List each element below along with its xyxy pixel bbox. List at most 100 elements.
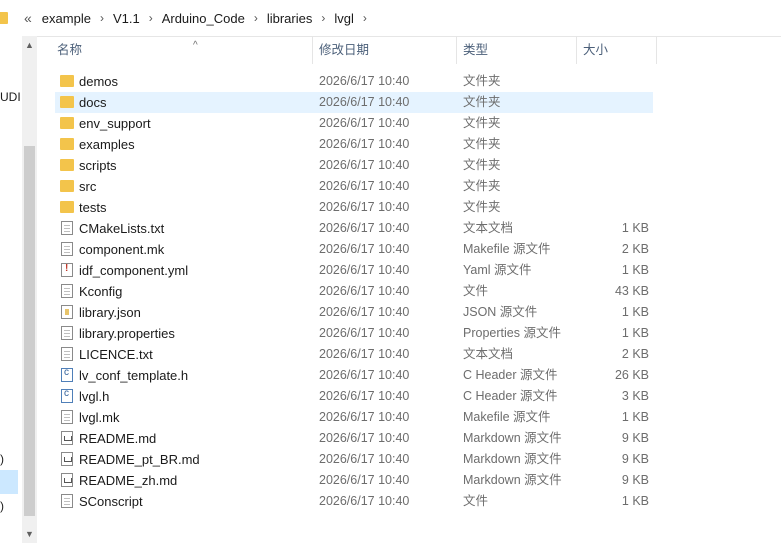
file-row[interactable]: SConscript 2026/6/17 10:40 文件 1 KB [55, 491, 653, 512]
file-type: Markdown 源文件 [463, 431, 562, 445]
file-row[interactable]: library.json 2026/6/17 10:40 JSON 源文件 1 KB [55, 302, 653, 323]
column-header-type[interactable]: 类型 [457, 36, 577, 64]
file-name: examples [79, 137, 135, 152]
file-type: 文件夹 [463, 137, 501, 151]
breadcrumb-overflow-icon[interactable]: « [24, 10, 32, 26]
file-size: 43 KB [614, 284, 649, 298]
file-date-modified: 2026/6/17 10:40 [319, 116, 410, 130]
file-name: Kconfig [79, 284, 123, 299]
address-bar[interactable]: « example › V1.1 › Arduino_Code › librar… [0, 0, 781, 37]
file-row[interactable]: idf_component.yml 2026/6/17 10:40 Yaml 源文件… [55, 260, 653, 281]
file-type: Makefile 源文件 [463, 242, 551, 256]
file-row[interactable]: LICENCE.txt 2026/6/17 10:40 文本文档 2 KB [55, 344, 653, 365]
file-row[interactable]: src 2026/6/17 10:40 文件夹 [55, 176, 653, 197]
file-row[interactable]: docs 2026/6/17 10:40 文件夹 [55, 92, 653, 113]
file-row[interactable]: README_zh.md 2026/6/17 10:40 Markdown 源文件 9… [55, 470, 653, 491]
markdown-file-icon [61, 452, 73, 466]
folder-icon [60, 117, 74, 129]
breadcrumb-lvgl[interactable]: lvgl [334, 11, 354, 26]
folder-icon [60, 138, 74, 150]
file-date-modified: 2026/6/17 10:40 [319, 284, 410, 298]
file-row[interactable]: env_support 2026/6/17 10:40 文件夹 [55, 113, 653, 134]
file-type: Yaml 源文件 [463, 263, 532, 277]
scrollbar-thumb[interactable] [24, 146, 35, 516]
file-row[interactable]: lv_conf_template.h 2026/6/17 10:40 C Heade… [55, 365, 653, 386]
file-row[interactable]: component.mk 2026/6/17 10:40 Makefile 源文件 2… [55, 239, 653, 260]
file-name: src [79, 179, 97, 194]
file-name: library.json [79, 305, 141, 320]
file-size: 1 KB [621, 326, 649, 340]
file-icon [61, 410, 73, 424]
file-name: env_support [79, 116, 151, 131]
breadcrumb-example[interactable]: example [42, 11, 91, 26]
file-icon [61, 494, 73, 508]
folder-icon [60, 180, 74, 192]
chevron-right-icon[interactable]: › [254, 11, 258, 25]
c-header-file-icon [61, 388, 73, 403]
nav-item-selected[interactable] [0, 470, 18, 494]
file-type: 文件夹 [463, 74, 501, 88]
column-header-date[interactable]: 修改日期 [313, 36, 457, 64]
file-row[interactable]: CMakeLists.txt 2026/6/17 10:40 文本文档 1 KB [55, 218, 653, 239]
breadcrumb-libraries[interactable]: libraries [267, 11, 313, 26]
file-size: 26 KB [614, 368, 649, 382]
column-header-name[interactable]: ^ 名称 [51, 36, 313, 64]
file-name: demos [79, 74, 119, 89]
file-name: tests [79, 200, 107, 215]
navigation-pane[interactable]: UDI ) ) [0, 36, 22, 543]
file-size: 2 KB [621, 347, 649, 361]
file-type: Markdown 源文件 [463, 473, 562, 487]
file-name: lvgl.mk [79, 410, 120, 425]
file-type: 文本文档 [463, 221, 514, 235]
column-header-size[interactable]: 大小 [577, 36, 657, 64]
file-type: 文件夹 [463, 116, 501, 130]
file-type: 文本文档 [463, 347, 514, 361]
breadcrumb-v1-1[interactable]: V1.1 [113, 11, 140, 26]
file-date-modified: 2026/6/17 10:40 [319, 200, 410, 214]
file-name: README_pt_BR.md [79, 452, 200, 467]
file-name: lv_conf_template.h [79, 368, 189, 383]
file-row[interactable]: scripts 2026/6/17 10:40 文件夹 [55, 155, 653, 176]
chevron-right-icon[interactable]: › [149, 11, 153, 25]
file-row[interactable]: lvgl.h 2026/6/17 10:40 C Header 源文件 3 KB [55, 386, 653, 407]
file-row[interactable]: library.properties 2026/6/17 10:40 Propert… [55, 323, 653, 344]
file-type: 文件夹 [463, 158, 501, 172]
text-file-icon [61, 221, 73, 235]
file-size: 1 KB [621, 221, 649, 235]
nav-item-fragment[interactable]: ) [0, 499, 4, 513]
file-row[interactable]: tests 2026/6/17 10:40 文件夹 [55, 197, 653, 218]
file-row[interactable]: README.md 2026/6/17 10:40 Markdown 源文件 9 KB [55, 428, 653, 449]
nav-item-fragment[interactable]: UDI [0, 90, 21, 104]
file-row[interactable]: examples 2026/6/17 10:40 文件夹 [55, 134, 653, 155]
file-row[interactable]: Kconfig 2026/6/17 10:40 文件 43 KB [55, 281, 653, 302]
file-size: 9 KB [621, 452, 649, 466]
file-date-modified: 2026/6/17 10:40 [319, 452, 410, 466]
file-size: 9 KB [621, 473, 649, 487]
chevron-right-icon[interactable]: › [321, 11, 325, 25]
nav-item-fragment[interactable]: ) [0, 452, 4, 466]
file-size: 1 KB [621, 494, 649, 508]
chevron-right-icon[interactable]: › [100, 11, 104, 25]
scroll-up-icon[interactable]: ▲ [25, 40, 34, 50]
file-row[interactable]: demos 2026/6/17 10:40 文件夹 [55, 71, 653, 92]
file-type: C Header 源文件 [463, 368, 558, 382]
file-type: 文件夹 [463, 95, 501, 109]
folder-icon [0, 12, 8, 24]
file-row[interactable]: README_pt_BR.md 2026/6/17 10:40 Markdown 源… [55, 449, 653, 470]
file-type: JSON 源文件 [463, 305, 538, 319]
chevron-right-icon[interactable]: › [363, 11, 367, 25]
file-date-modified: 2026/6/17 10:40 [319, 347, 410, 361]
file-name: component.mk [79, 242, 165, 257]
file-date-modified: 2026/6/17 10:40 [319, 74, 410, 88]
breadcrumb-arduino-code[interactable]: Arduino_Code [162, 11, 245, 26]
file-size: 1 KB [621, 305, 649, 319]
file-name: SConscript [79, 494, 143, 509]
file-type: 文件夹 [463, 200, 501, 214]
file-name: CMakeLists.txt [79, 221, 165, 236]
file-name: README.md [79, 431, 157, 446]
scroll-down-icon[interactable]: ▼ [25, 529, 34, 539]
file-name: README_zh.md [79, 473, 178, 488]
file-size: 3 KB [621, 389, 649, 403]
navigation-scrollbar[interactable]: ▲ ▼ [22, 36, 37, 543]
file-row[interactable]: lvgl.mk 2026/6/17 10:40 Makefile 源文件 1 KB [55, 407, 653, 428]
